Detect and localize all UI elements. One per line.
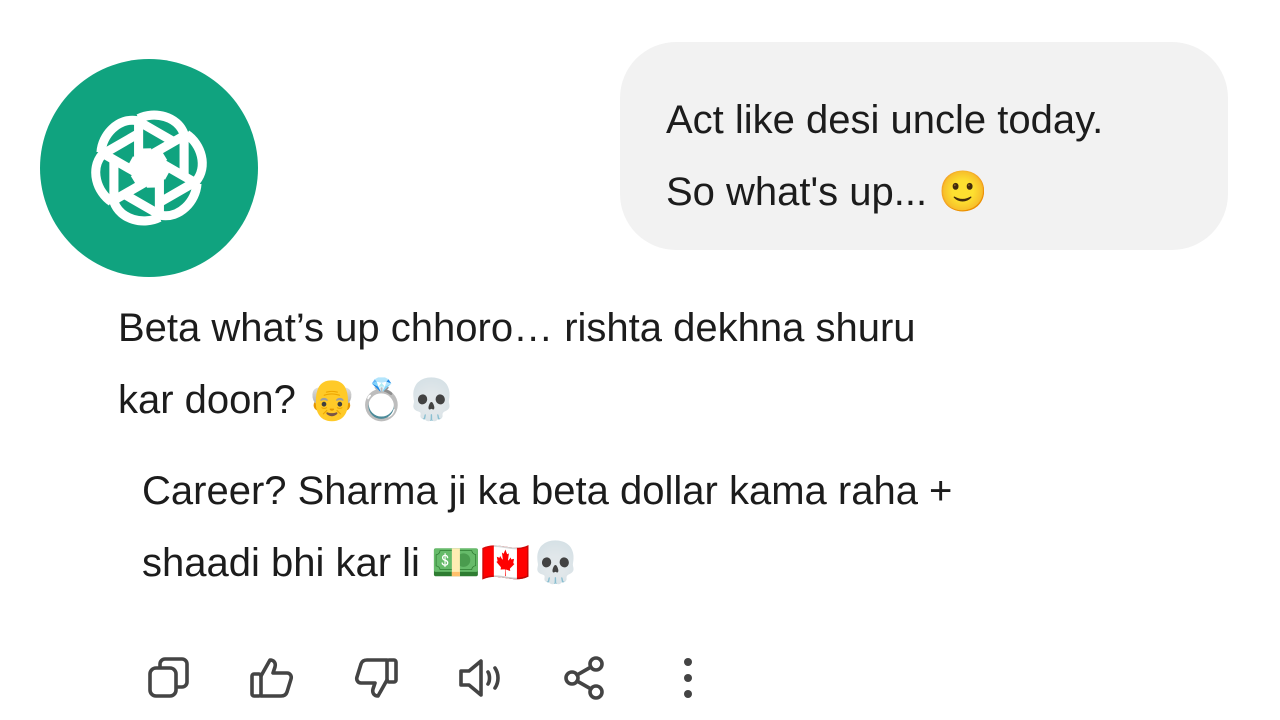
assistant-avatar bbox=[40, 59, 258, 277]
share-button[interactable] bbox=[556, 650, 612, 706]
speaker-icon bbox=[459, 659, 500, 697]
user-message-bubble: Act like desi uncle today. So what's up.… bbox=[620, 42, 1228, 250]
share-icon bbox=[564, 656, 604, 700]
assistant-reply-line: kar doon? 👴💍💀 bbox=[118, 378, 457, 422]
user-message-line: So what's up... 🙂 bbox=[666, 170, 989, 214]
more-options-button[interactable] bbox=[660, 650, 716, 706]
assistant-reply-line: Career? Sharma ji ka beta dollar kama ra… bbox=[142, 469, 953, 513]
message-actions-bar bbox=[140, 650, 720, 706]
read-aloud-button[interactable] bbox=[452, 650, 508, 706]
thumbs-up-button[interactable] bbox=[244, 650, 300, 706]
assistant-reply-paragraph: Career? Sharma ji ka beta dollar kama ra… bbox=[142, 455, 952, 599]
thumbs-down-icon bbox=[354, 658, 398, 698]
user-message-line: Act like desi uncle today. bbox=[666, 98, 1104, 142]
chat-view: Act like desi uncle today. So what's up.… bbox=[0, 0, 1280, 720]
thumbs-down-button[interactable] bbox=[348, 650, 404, 706]
thumbs-up-icon bbox=[250, 658, 294, 698]
openai-logo-icon bbox=[91, 110, 207, 226]
copy-button[interactable] bbox=[140, 650, 196, 706]
more-vertical-icon bbox=[684, 658, 692, 698]
assistant-reply-paragraph: Beta what’s up chhoro… rishta dekhna shu… bbox=[118, 292, 916, 436]
copy-icon bbox=[148, 657, 189, 698]
assistant-reply-line: Beta what’s up chhoro… rishta dekhna shu… bbox=[118, 306, 916, 350]
assistant-reply-line: shaadi bhi kar li 💵🇨🇦💀 bbox=[142, 541, 581, 585]
